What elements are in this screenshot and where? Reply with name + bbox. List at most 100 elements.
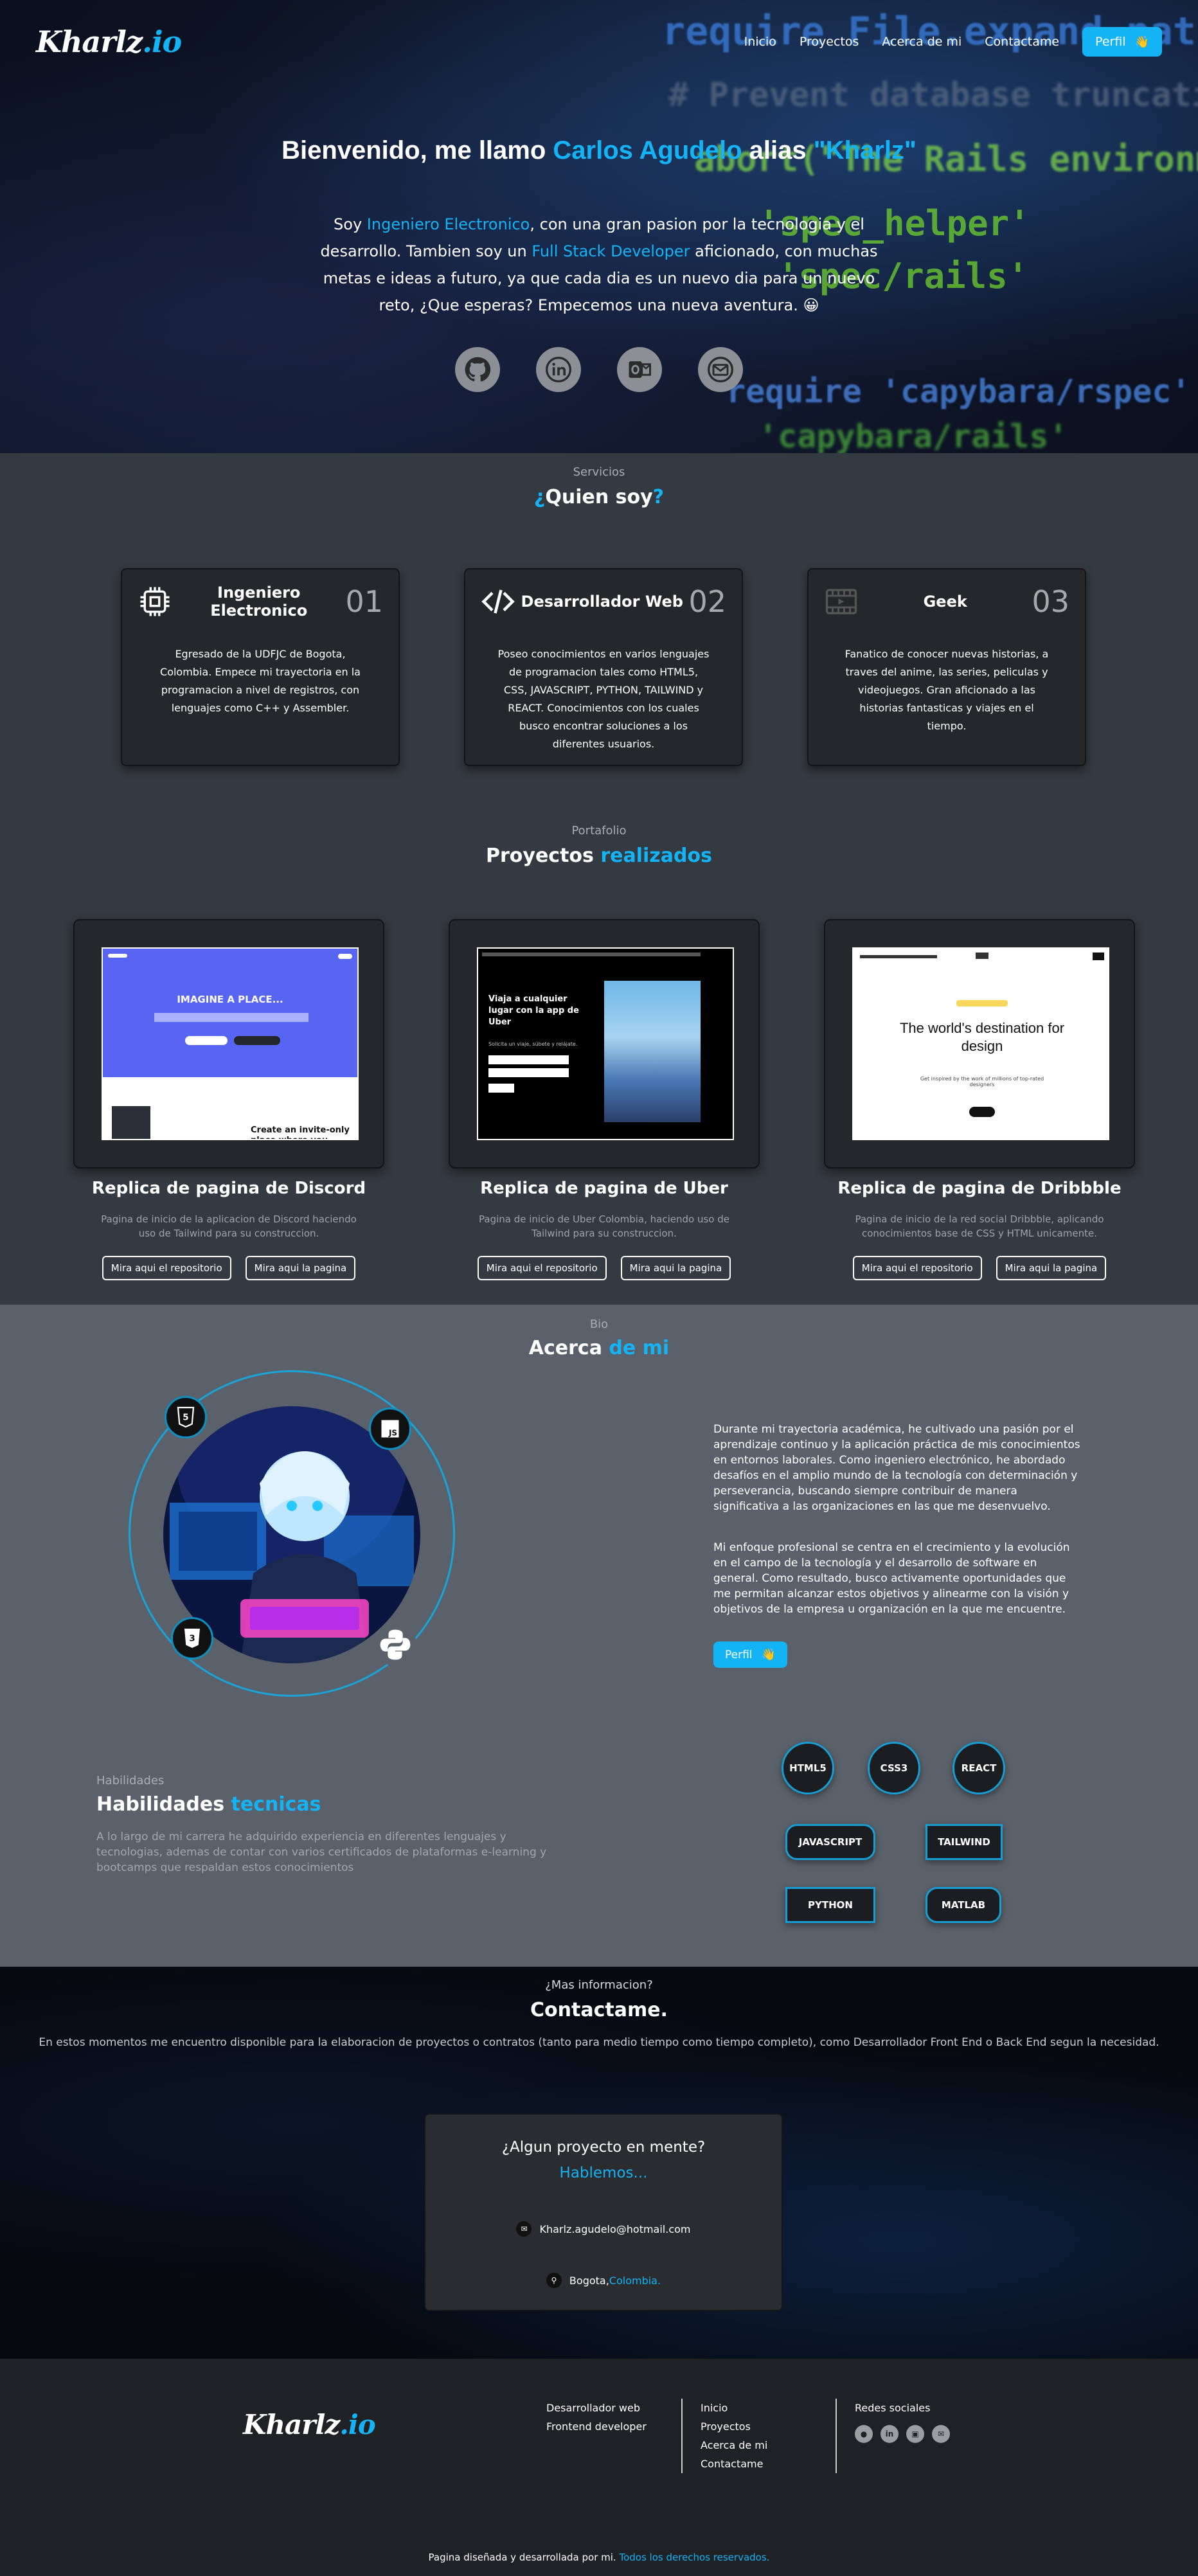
about-profile-button-label: Perfil — [725, 1648, 753, 1661]
contact-city: Bogota, — [569, 2274, 609, 2287]
page-link-button[interactable]: Mira aqui la pagina — [245, 1256, 356, 1280]
svg-text:3: 3 — [189, 1634, 195, 1644]
uber-pickup-input — [488, 1055, 569, 1064]
project-description: Pagina de inicio de la red social Dribbb… — [855, 1213, 1104, 1239]
discord-subtext — [154, 1013, 308, 1022]
repo-link-button[interactable]: Mira aqui el repositorio — [102, 1256, 231, 1280]
service-card: Geek 03 Fanatico de conocer nuevas histo… — [807, 568, 1086, 766]
projects-title: Proyectos realizados — [486, 845, 712, 867]
dribbble-navbar — [860, 955, 937, 958]
contact-card-question: ¿Algun proyecto en mente? — [501, 2139, 706, 2156]
about-title: Acerca de mi — [528, 1337, 670, 1359]
footer-link-acerca[interactable]: Acerca de mi — [701, 2436, 767, 2455]
project-card: The world's destination for design Get i… — [824, 919, 1135, 1168]
hero-title-mid: alias — [742, 136, 814, 165]
copyright-text: Pagina diseñada y desarrollada por mi. — [428, 2552, 620, 2563]
footer-link-proyectos[interactable]: Proyectos — [701, 2417, 767, 2436]
svg-text:JS: JS — [388, 1429, 397, 1438]
page-link-button[interactable]: Mira aqui la pagina — [996, 1256, 1107, 1280]
hero-title: Bienvenido, me llamo Carlos Agudelo alia… — [0, 136, 1198, 165]
hero-role-engineer: Ingeniero Electronico — [366, 215, 530, 233]
hero-alias: "Kharlz" — [813, 136, 916, 165]
nav-link-inicio[interactable]: Inicio — [744, 35, 776, 49]
hero-social-links — [0, 347, 1198, 392]
skill-css3: CSS3 — [868, 1742, 920, 1794]
footer-socials: Redes sociales ● in ▣ ✉ — [855, 2399, 950, 2443]
service-card: Ingeniero Electronico 01 Egresado de la … — [121, 568, 400, 766]
profile-button[interactable]: Perfil 👋 — [1082, 27, 1162, 57]
skill-javascript: JAVASCRIPT — [785, 1824, 875, 1860]
github-icon[interactable] — [455, 347, 500, 392]
projects-kicker: Portafolio — [571, 824, 627, 837]
footer-logo[interactable]: Kharlz.io — [243, 2409, 376, 2440]
site-logo[interactable]: Kharlz.io — [36, 24, 182, 59]
project-screenshot[interactable]: Viaja a cualquier lugar con la app de Ub… — [477, 947, 734, 1140]
chip-icon — [140, 587, 170, 616]
film-icon — [825, 589, 857, 614]
project-screenshot[interactable]: IMAGINE A PLACE... Create an invite-only… — [102, 947, 359, 1140]
js-icon: JS — [369, 1408, 411, 1450]
css3-icon: 3 — [171, 1617, 213, 1659]
gmail-icon[interactable]: ✉ — [932, 2425, 950, 2443]
uber-request-button — [488, 1084, 514, 1093]
repo-link-button[interactable]: Mira aqui el repositorio — [477, 1256, 607, 1280]
python-icon — [374, 1623, 416, 1666]
about-profile-button[interactable]: Perfil 👋 — [713, 1641, 787, 1668]
contact-country: Colombia. — [609, 2274, 661, 2287]
footer-link-inicio[interactable]: Inicio — [701, 2399, 767, 2417]
service-description: Fanatico de conocer nuevas historias, a … — [845, 648, 1049, 732]
project-description: Pagina de inicio de Uber Colombia, hacie… — [479, 1213, 729, 1239]
skill-matlab: MATLAB — [925, 1887, 1001, 1923]
project-card: IMAGINE A PLACE... Create an invite-only… — [73, 919, 384, 1168]
contact-kicker: ¿Mas informacion? — [545, 1978, 653, 1992]
hero-intro: Soy Ingeniero Electronico, con una gran … — [310, 211, 888, 319]
skills-kicker: Habilidades — [96, 1774, 165, 1787]
hero-role-developer: Full Stack Developer — [532, 242, 690, 260]
skills-description: A lo largo de mi carrera he adquirido ex… — [96, 1830, 547, 1874]
service-card: Desarrollador Web 02 Poseo conocimientos… — [464, 568, 743, 766]
repo-link-button[interactable]: Mira aqui el repositorio — [852, 1256, 982, 1280]
contact-email-row[interactable]: ✉ Kharlz.agudelo@hotmail.com — [425, 2221, 782, 2237]
uber-navbar — [482, 953, 701, 956]
service-name: Ingeniero Electronico — [210, 584, 308, 620]
contact-card: ¿Algun proyecto en mente? Hablemos... ✉ … — [424, 2113, 783, 2311]
hero-name: Carlos Agudelo — [553, 136, 742, 165]
nav-link-acerca[interactable]: Acerca de mi — [882, 35, 961, 49]
footer-social-title: Redes sociales — [855, 2402, 931, 2414]
skills-title: Habilidades tecnicas — [96, 1793, 321, 1816]
outlook-icon[interactable]: ▣ — [906, 2425, 924, 2443]
project-description: Pagina de inicio de la aplicacion de Dis… — [101, 1213, 357, 1239]
dribbble-logo-icon — [976, 953, 988, 959]
footer-role: Frontend developer — [546, 2420, 647, 2433]
github-icon[interactable]: ● — [855, 2425, 873, 2443]
footer-link-contactame[interactable]: Contactame — [701, 2455, 767, 2473]
nav-link-contactame[interactable]: Contactame — [985, 35, 1059, 49]
project-card: Viaja a cualquier lugar con la app de Ub… — [449, 919, 760, 1168]
hand-wave-icon: 👋 — [1134, 35, 1149, 49]
footer-divider — [681, 2399, 683, 2473]
copyright-rights: Todos los derechos reservados. — [619, 2552, 770, 2563]
about-paragraph: Durante mi trayectoria académica, he cul… — [713, 1423, 1080, 1513]
about-kicker: Bio — [589, 1318, 609, 1331]
skill-react: REACT — [952, 1742, 1005, 1794]
profile-button-label: Perfil — [1095, 35, 1126, 49]
discord-headline: IMAGINE A PLACE... — [177, 994, 283, 1005]
linkedin-icon[interactable]: in — [881, 2425, 899, 2443]
project-title: Replica de pagina de Dribbble — [837, 1179, 1122, 1198]
uber-destination-input — [488, 1068, 569, 1077]
hero-intro-text: Soy — [334, 215, 367, 233]
linkedin-icon[interactable] — [536, 347, 581, 392]
outlook-icon[interactable] — [617, 347, 662, 392]
nav-links: Inicio Proyectos Acerca de mi Contactame… — [744, 27, 1162, 57]
dribbble-signup-button — [1093, 953, 1104, 960]
project-screenshot[interactable]: The world's destination for design Get i… — [852, 947, 1109, 1140]
svg-text:5: 5 — [183, 1413, 188, 1423]
footer-links: Inicio Proyectos Acerca de mi Contactame — [701, 2399, 767, 2473]
code-icon — [481, 589, 515, 614]
dribbble-headline: The world's destination for design — [899, 1020, 1065, 1054]
nav-link-proyectos[interactable]: Proyectos — [800, 35, 859, 49]
contact-card-cta[interactable]: Hablemos... — [425, 2165, 782, 2181]
gmail-icon[interactable] — [698, 347, 743, 392]
page-link-button[interactable]: Mira aqui la pagina — [620, 1256, 731, 1280]
html5-icon: 5 — [165, 1396, 207, 1438]
